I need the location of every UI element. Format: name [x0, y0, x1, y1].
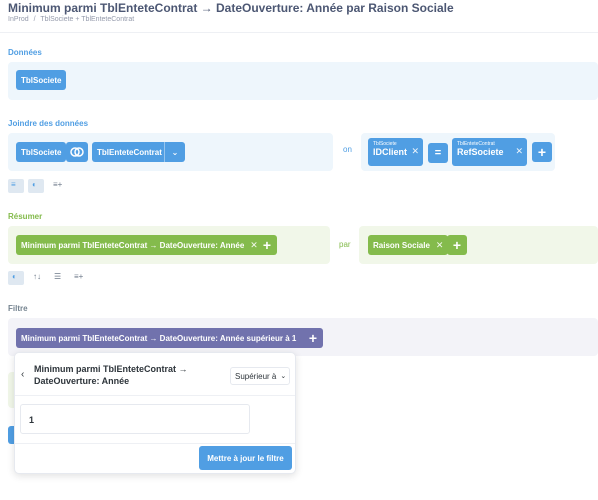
join-left-icon [70, 147, 84, 157]
join-right-field-pill[interactable]: TblEnteteContrat RefSociete ✕ [452, 138, 527, 166]
operator-select[interactable]: Supérieur à ⌄ [230, 367, 290, 385]
update-filter-button[interactable]: Mettre à jour le filtre [199, 446, 292, 470]
filter-section-label: Filtre [8, 304, 28, 313]
summarize-icon: ◐ [12, 272, 17, 281]
data-panel [8, 62, 598, 100]
data-table-pill[interactable]: TblSociete [16, 70, 67, 90]
breadcrumb-separator: / [33, 16, 36, 23]
breakout-label: Raison Sociale [373, 240, 430, 250]
filter-pill[interactable]: Minimum parmi TblEnteteContrat → DateOuv… [16, 328, 315, 348]
join-right-table-label: TblEnteteContrat [97, 147, 162, 157]
page-title: Minimum parmi TblEnteteContrat → DateOuv… [8, 1, 454, 15]
breadcrumb-table[interactable]: TblSociete + TblEnteteContrat [40, 16, 134, 23]
list-icon[interactable]: ☰ [54, 272, 61, 281]
chevron-down-icon[interactable]: ⌄ [165, 148, 185, 157]
join-type-button[interactable] [66, 142, 88, 162]
join-operator-button[interactable]: = [428, 143, 448, 163]
breakout-pill[interactable]: Raison Sociale ✕ [368, 235, 449, 255]
filter-popover: ‹ Minimum parmi TblEnteteContrat → DateO… [14, 352, 296, 474]
join-right-table-pill[interactable]: TblEnteteContrat ⌄ [92, 142, 185, 162]
popover-divider [15, 443, 295, 444]
filter-value-input[interactable]: 1 [20, 404, 250, 434]
breadcrumb-database[interactable]: InProd [8, 16, 29, 23]
join-left-table-pill[interactable]: TblSociete [16, 142, 67, 162]
add-metric-button[interactable]: + [257, 235, 277, 255]
summarize-section-label: Résumer [8, 212, 43, 221]
operator-value: Supérieur à [235, 371, 277, 381]
join-right-field: RefSociete [457, 147, 504, 157]
custom-column-icon[interactable]: ≡+ [53, 180, 62, 189]
join-on-label: on [343, 145, 352, 154]
join-left-field-pill[interactable]: TblSociete IDClient ✕ [368, 138, 423, 166]
summarize-metric-label: Minimum parmi TblEnteteContrat → DateOuv… [21, 240, 245, 250]
close-icon[interactable]: ✕ [411, 146, 419, 157]
join-operator-label: = [434, 147, 442, 159]
join-section-label: Joindre des données [8, 119, 89, 128]
custom-column-icon[interactable]: ≡+ [74, 272, 83, 281]
popover-divider [15, 395, 295, 396]
add-breakout-button[interactable]: + [447, 235, 467, 255]
chevron-down-icon: ⌄ [280, 373, 287, 380]
add-filter-button[interactable]: + [303, 328, 323, 348]
data-table-label: TblSociete [21, 75, 62, 85]
back-icon[interactable]: ‹ [21, 369, 24, 380]
close-icon[interactable]: ✕ [436, 240, 444, 251]
join-left-table-label: TblSociete [21, 147, 62, 157]
sort-icon[interactable]: ↑↓ [33, 272, 41, 281]
filter-label: Minimum parmi TblEnteteContrat → DateOuv… [21, 333, 297, 343]
summarize-by-label: par [339, 240, 351, 249]
summarize-icon: ◐ [32, 180, 37, 189]
breadcrumb: InProd / TblSociete + TblEnteteContrat [8, 16, 137, 23]
header-divider [0, 32, 598, 33]
filter-icon: ≡ [11, 180, 16, 189]
add-join-condition-button[interactable]: + [532, 142, 552, 162]
summarize-metric-pill[interactable]: Minimum parmi TblEnteteContrat → DateOuv… [16, 235, 263, 255]
data-section-label: Données [8, 48, 42, 57]
close-icon[interactable]: ✕ [515, 146, 523, 157]
popover-title: Minimum parmi TblEnteteContrat → DateOuv… [34, 364, 188, 386]
